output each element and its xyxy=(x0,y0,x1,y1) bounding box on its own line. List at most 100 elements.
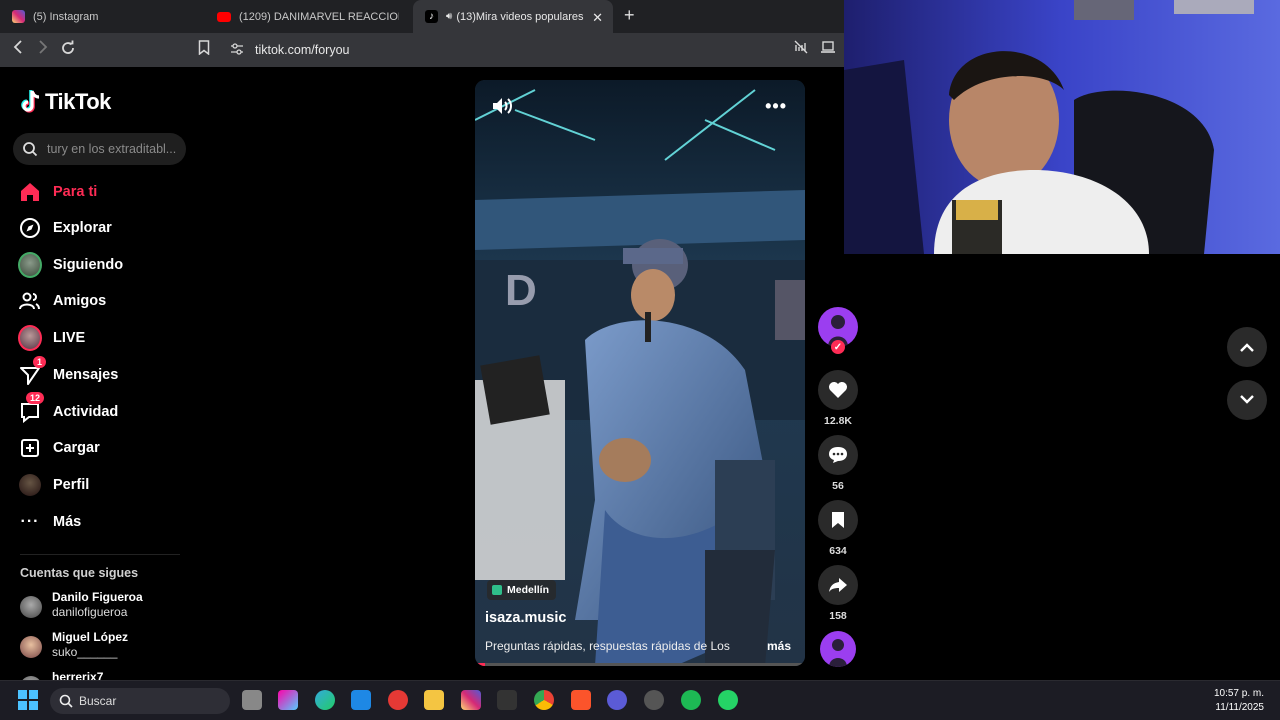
sidebar-item-amigos[interactable]: Amigos xyxy=(0,283,200,319)
more-icon: ··· xyxy=(20,513,40,530)
video-description: Preguntas rápidas, respuestas rápidas de… xyxy=(485,639,730,653)
video-player[interactable]: D ••• Medellín isaza.music Preguntas ráp… xyxy=(475,80,805,666)
sidebar-item-actividad[interactable]: 12 Actividad xyxy=(0,392,200,430)
speaker-icon[interactable]: 🔊︎ xyxy=(446,11,452,22)
sidebar-item-mas[interactable]: ··· Más xyxy=(0,504,200,540)
copilot-icon[interactable] xyxy=(278,690,298,710)
comment-button[interactable] xyxy=(818,435,858,475)
task-view-icon[interactable] xyxy=(242,690,262,710)
search-input[interactable]: tury en los extraditabl... xyxy=(13,133,186,165)
webcam-overlay xyxy=(844,0,1280,254)
app-icon[interactable] xyxy=(607,690,627,710)
save-count: 634 xyxy=(829,545,847,557)
instagram-icon xyxy=(12,10,25,23)
compass-icon xyxy=(18,216,42,240)
follow-icon[interactable]: ✓ xyxy=(831,340,845,354)
followed-account[interactable]: Miguel López suko______ xyxy=(20,630,190,666)
tab-title: (13)Mira videos populares sel xyxy=(456,10,587,23)
tab-instagram[interactable]: (5) Instagram xyxy=(0,0,205,33)
new-tab-icon[interactable]: + xyxy=(624,5,635,26)
tab-youtube[interactable]: (1209) DANIMARVEL REACCIONA A L xyxy=(205,0,410,33)
share-button[interactable] xyxy=(818,565,858,605)
next-video-button[interactable] xyxy=(1227,380,1267,420)
following-avatar-icon xyxy=(18,252,42,278)
comment-count: 56 xyxy=(832,480,844,492)
tab-tiktok[interactable]: ♪ 🔊︎ (13)Mira videos populares sel ✕ xyxy=(413,0,613,33)
youtube-icon xyxy=(217,11,231,22)
chevron-down-icon xyxy=(1240,395,1254,404)
brave-icon[interactable] xyxy=(571,690,591,710)
followed-account[interactable]: Danilo Figueroa danilofigueroa xyxy=(20,590,190,626)
video-progress[interactable] xyxy=(475,663,805,666)
store-icon[interactable] xyxy=(351,690,371,710)
system-clock[interactable]: 10:57 p. m. 11/11/2025 xyxy=(1214,687,1264,715)
sidebar-item-explorar[interactable]: Explorar xyxy=(0,210,200,246)
more-options-icon[interactable]: ••• xyxy=(765,96,787,117)
no-tracking-icon[interactable] xyxy=(791,40,811,59)
sidebar-item-label: Mensajes xyxy=(53,367,119,383)
sidebar-item-perfil[interactable]: Perfil xyxy=(0,467,200,503)
location-tag[interactable]: Medellín xyxy=(487,580,557,600)
steam-icon[interactable] xyxy=(644,690,664,710)
tab-title: (1209) DANIMARVEL REACCIONA A L xyxy=(239,10,399,23)
comment-icon xyxy=(829,447,847,463)
save-button[interactable] xyxy=(818,500,858,540)
account-name: Danilo Figueroa xyxy=(52,590,143,604)
brand-name: TikTok xyxy=(45,89,111,114)
sidebar-item-label: Perfil xyxy=(53,477,90,493)
video-frame: D xyxy=(475,80,805,666)
chrome-icon[interactable] xyxy=(534,690,554,710)
volume-icon[interactable] xyxy=(491,96,513,121)
cast-icon[interactable] xyxy=(818,40,838,59)
site-settings-icon[interactable] xyxy=(230,42,244,56)
reload-icon[interactable] xyxy=(58,40,78,61)
profile-avatar-icon xyxy=(18,473,42,497)
sidebar-item-label: Siguiendo xyxy=(53,257,124,273)
sidebar-item-para-ti[interactable]: Para ti xyxy=(0,174,200,210)
sidebar-item-label: LIVE xyxy=(53,330,86,346)
browser-toolbar: tiktok.com/foryou xyxy=(0,33,844,67)
epic-games-icon[interactable] xyxy=(497,690,517,710)
video-author[interactable]: isaza.music xyxy=(485,610,566,626)
sidebar-item-siguiendo[interactable]: Siguiendo xyxy=(0,247,200,283)
windows-start-icon[interactable] xyxy=(18,690,38,710)
sidebar-item-label: Para ti xyxy=(53,184,98,200)
spotify-icon[interactable] xyxy=(681,690,701,710)
tiktok-icon: ♪ xyxy=(425,10,438,23)
sidebar-item-label: Cargar xyxy=(53,440,100,456)
sidebar-item-cargar[interactable]: Cargar xyxy=(0,430,200,466)
youtube-music-icon[interactable] xyxy=(388,690,408,710)
previous-video-button[interactable] xyxy=(1227,327,1267,367)
activity-badge: 12 xyxy=(26,392,45,404)
clock-date: 11/11/2025 xyxy=(1215,702,1264,713)
taskbar-search[interactable]: Buscar xyxy=(50,688,230,714)
instagram-icon[interactable] xyxy=(461,690,481,710)
upload-icon xyxy=(18,436,42,460)
whatsapp-icon[interactable] xyxy=(718,690,738,710)
account-username: suko______ xyxy=(52,645,118,659)
file-explorer-icon[interactable] xyxy=(424,690,444,710)
forward-icon[interactable] xyxy=(33,40,53,59)
avatar xyxy=(20,636,42,658)
sidebar-item-live[interactable]: LIVE xyxy=(0,320,200,356)
sidebar-item-mensajes[interactable]: 1 Mensajes xyxy=(0,356,200,393)
music-disc-avatar[interactable] xyxy=(820,631,856,667)
share-count: 158 xyxy=(829,610,847,622)
bookmark-icon[interactable] xyxy=(194,40,214,60)
tiktok-logo-icon xyxy=(21,90,40,113)
windows-taskbar: Buscar 10:57 p. m. 11/11/2025 xyxy=(0,680,1280,720)
more-link[interactable]: más xyxy=(767,639,791,653)
edge-icon[interactable] xyxy=(315,690,335,710)
search-placeholder: tury en los extraditabl... xyxy=(47,142,177,156)
like-button[interactable] xyxy=(818,370,858,410)
search-icon xyxy=(23,142,38,157)
divider xyxy=(20,554,180,555)
back-icon[interactable] xyxy=(8,40,28,59)
sidebar: TikTok tury en los extraditabl... Para t… xyxy=(0,67,200,698)
tiktok-logo[interactable]: TikTok xyxy=(20,89,111,115)
close-tab-icon[interactable]: ✕ xyxy=(592,10,603,26)
screen: (5) Instagram (1209) DANIMARVEL REACCION… xyxy=(0,0,1280,720)
address-bar[interactable]: tiktok.com/foryou xyxy=(222,37,794,63)
sidebar-item-label: Explorar xyxy=(53,220,112,236)
home-icon xyxy=(18,180,42,204)
